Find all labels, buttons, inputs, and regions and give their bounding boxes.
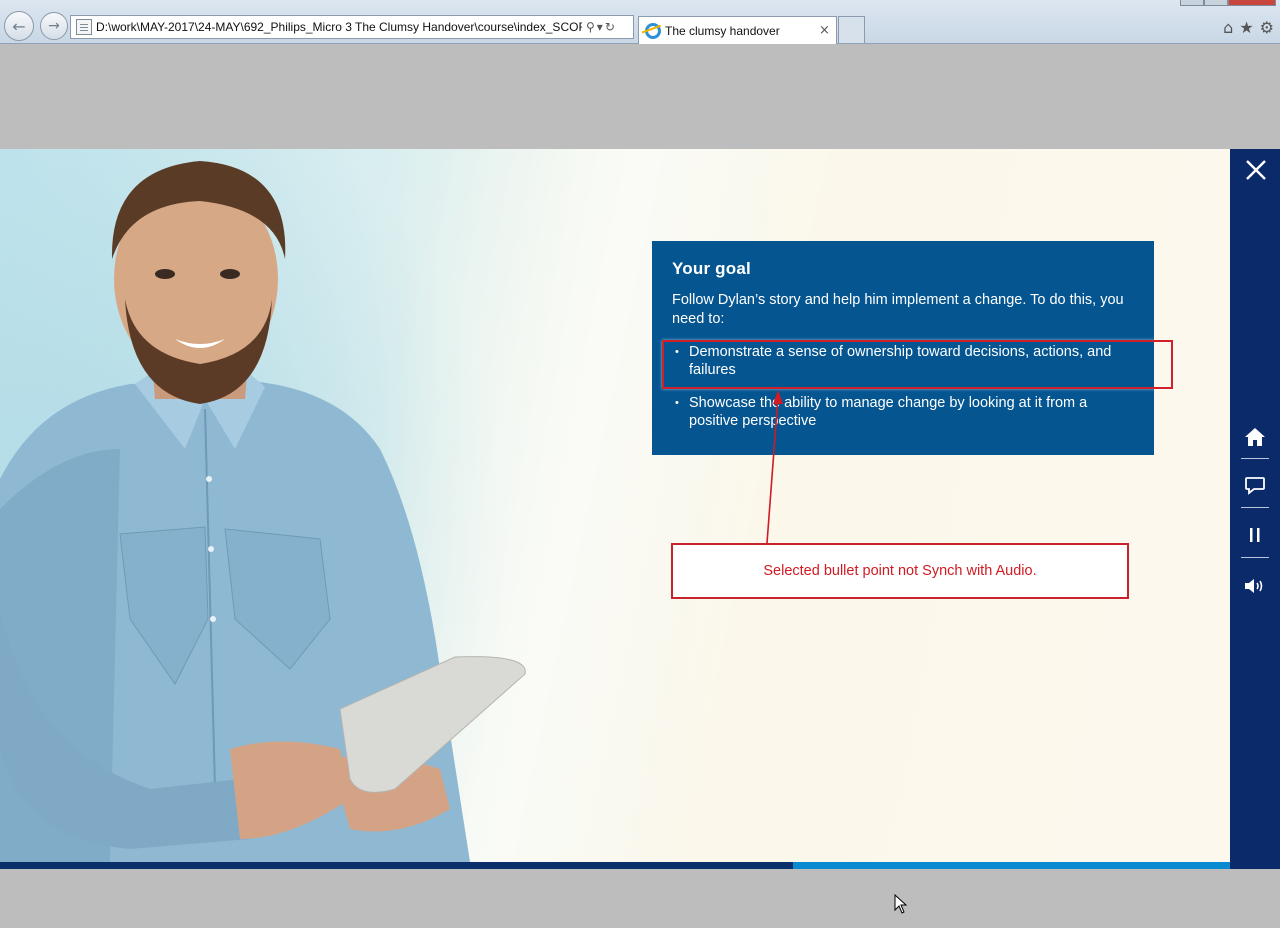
- refresh-icon[interactable]: ↻: [605, 20, 615, 34]
- goal-bullet-manage-change: Showcase the ability to manage change by…: [672, 394, 1132, 430]
- course-progress-bar: [0, 862, 1230, 869]
- sidebar-divider: [1241, 557, 1269, 558]
- close-icon[interactable]: [1243, 157, 1269, 183]
- tab-clumsy-handover[interactable]: The clumsy handover ×: [638, 16, 837, 44]
- back-arrow-icon: ←: [12, 16, 26, 36]
- tab-close-icon[interactable]: ×: [819, 23, 830, 38]
- address-text[interactable]: D:\work\MAY-2017\24-MAY\692_Philips_Micr…: [96, 20, 582, 34]
- volume-button[interactable]: [1240, 572, 1270, 600]
- course-sidebar: [1230, 149, 1280, 869]
- ie-icon: [645, 22, 661, 39]
- presenter-image: [0, 161, 526, 862]
- transcript-icon: [1245, 477, 1265, 495]
- progress-fill: [0, 862, 794, 869]
- window-controls: [1170, 0, 1280, 6]
- forward-arrow-icon: →: [48, 18, 60, 34]
- sidebar-divider: [1241, 507, 1269, 508]
- page-icon: [76, 19, 92, 35]
- maximize-button[interactable]: [1204, 0, 1228, 6]
- review-highlight-box: [662, 340, 1173, 389]
- pause-button[interactable]: [1240, 521, 1270, 549]
- mouse-cursor-icon: [894, 894, 908, 914]
- back-button[interactable]: ←: [4, 11, 34, 41]
- tab-title: The clumsy handover: [665, 23, 780, 38]
- new-tab-button[interactable]: [838, 16, 865, 43]
- transcript-button[interactable]: [1240, 471, 1270, 499]
- pause-icon: [1250, 528, 1260, 542]
- home-icon[interactable]: ⌂: [1223, 18, 1233, 37]
- goal-intro: Follow Dylan’s story and help him implem…: [672, 292, 1124, 327]
- settings-gear-icon[interactable]: ⚙: [1260, 18, 1274, 37]
- sidebar-divider: [1241, 458, 1269, 459]
- home-button[interactable]: [1240, 423, 1270, 451]
- volume-icon: [1245, 579, 1263, 593]
- review-comment-box: Selected bullet point not Synch with Aud…: [671, 543, 1129, 599]
- address-bar[interactable]: D:\work\MAY-2017\24-MAY\692_Philips_Micr…: [70, 15, 634, 39]
- favorites-star-icon[interactable]: ★: [1239, 18, 1253, 37]
- browser-toolbar: ← → D:\work\MAY-2017\24-MAY\692_Philips_…: [0, 0, 1280, 44]
- review-comment-text: Selected bullet point not Synch with Aud…: [763, 563, 1037, 579]
- search-icon[interactable]: ⚲: [586, 20, 595, 34]
- forward-button[interactable]: →: [40, 12, 68, 40]
- minimize-button[interactable]: [1180, 0, 1204, 6]
- window-close-button[interactable]: [1228, 0, 1276, 6]
- home-icon: [1245, 428, 1265, 446]
- dropdown-arrow-icon[interactable]: ▾: [597, 20, 603, 34]
- goal-title: Your goal: [672, 259, 751, 278]
- course-slide: Your goal Follow Dylan’s story and help …: [0, 149, 1230, 862]
